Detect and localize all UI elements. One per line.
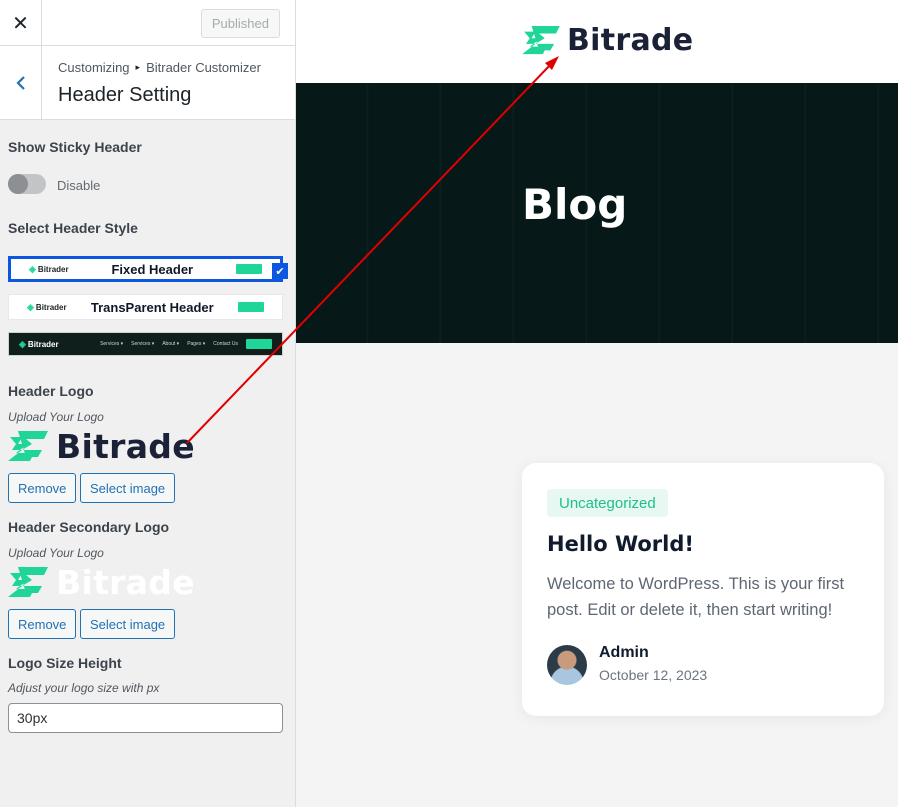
sticky-header-state: Disable [57, 178, 101, 193]
select-secondary-logo-button[interactable]: Select image [80, 609, 176, 639]
post-date: October 12, 2023 [599, 667, 708, 683]
customizer-topbar: ✕ Published [0, 0, 295, 46]
mini-cta [246, 339, 272, 349]
mini-logo: ◈ Bitrader [27, 301, 67, 312]
mini-cta [237, 302, 264, 312]
back-button[interactable] [0, 46, 42, 119]
logo-size-input[interactable] [8, 703, 283, 733]
section-header: Customizing ▸ Bitrader Customizer Header… [0, 46, 295, 120]
header-logo-desc: Upload Your Logo [8, 410, 104, 424]
breadcrumb: Customizing ▸ Bitrader Customizer [58, 60, 261, 75]
avatar [547, 645, 587, 685]
bitrade-logo-icon [8, 430, 48, 461]
selected-check-icon: ✔ [272, 263, 288, 279]
logo-size-label: Logo Size Height [8, 655, 122, 671]
logo-wordmark: Bitrade [56, 563, 195, 602]
mini-logo: ◈ Bitrader [19, 338, 59, 349]
post-card: Uncategorized Hello World! Welcome to Wo… [522, 463, 884, 716]
bitrade-logo-icon [522, 25, 560, 54]
customizer-sidebar: ✕ Published Customizing ▸ Bitrader Custo… [0, 0, 296, 807]
mini-logo: ◈ Bitrader [29, 263, 69, 274]
site-preview: Bitrade Blog Uncategorized Hello World! … [296, 0, 898, 807]
category-badge[interactable]: Uncategorized [547, 489, 668, 517]
header-logo-preview: Bitrade [8, 427, 195, 466]
logo-mark-icon: ◈ [29, 263, 36, 274]
select-header-logo-button[interactable]: Select image [80, 473, 176, 503]
author-name[interactable]: Admin [599, 644, 649, 662]
option-title: TransParent Header [90, 299, 214, 315]
logo-wordmark: Bitrade [56, 427, 195, 466]
toggle-knob [8, 174, 28, 194]
remove-secondary-logo-button[interactable]: Remove [8, 609, 77, 639]
mini-cta [235, 264, 262, 274]
sticky-header-toggle[interactable] [8, 174, 46, 194]
breadcrumb-parent: Bitrader Customizer [146, 60, 261, 75]
post-title[interactable]: Hello World! [547, 532, 694, 556]
remove-header-logo-button[interactable]: Remove [8, 473, 77, 503]
option-title: Fixed Header [111, 261, 194, 277]
header-style-label: Select Header Style [8, 220, 138, 236]
site-header: Bitrade [296, 0, 898, 83]
secondary-logo-desc: Upload Your Logo [8, 546, 104, 560]
chevron-left-icon [15, 75, 25, 90]
logo-mark-icon: ◈ [27, 301, 34, 312]
logo-size-desc: Adjust your logo size with px [8, 681, 160, 695]
post-excerpt: Welcome to WordPress. This is your first… [547, 575, 845, 619]
secondary-logo-preview: Bitrade [8, 563, 195, 602]
header-logo-label: Header Logo [8, 383, 94, 399]
breadcrumb-separator-icon: ▸ [135, 62, 141, 72]
section-title: Header Setting [58, 84, 192, 106]
secondary-logo-label: Header Secondary Logo [8, 519, 170, 535]
header-style-option-transparent[interactable]: ◈ Bitrader TransParent Header [8, 294, 283, 320]
logo-wordmark: Bitrade [567, 23, 694, 58]
sticky-header-label: Show Sticky Header [8, 139, 142, 155]
breadcrumb-root: Customizing [58, 60, 130, 75]
hero-banner: Blog [296, 83, 898, 343]
bitrade-logo-icon [8, 566, 48, 597]
site-logo[interactable]: Bitrade [521, 23, 693, 58]
mini-nav: Services ▾ Services ▾ About ▾ Pages ▾ Co… [100, 341, 238, 347]
close-icon[interactable]: ✕ [0, 0, 42, 46]
customizer-screen: ✕ Published Customizing ▸ Bitrader Custo… [0, 0, 898, 807]
hero-title: Blog [522, 180, 628, 229]
header-style-option-fixed[interactable]: ◈ Bitrader Fixed Header [8, 256, 283, 282]
published-button[interactable]: Published [200, 9, 280, 38]
header-style-option-dark[interactable]: ◈ Bitrader Services ▾ Services ▾ About ▾ … [8, 332, 283, 356]
logo-mark-icon: ◈ [19, 338, 26, 349]
